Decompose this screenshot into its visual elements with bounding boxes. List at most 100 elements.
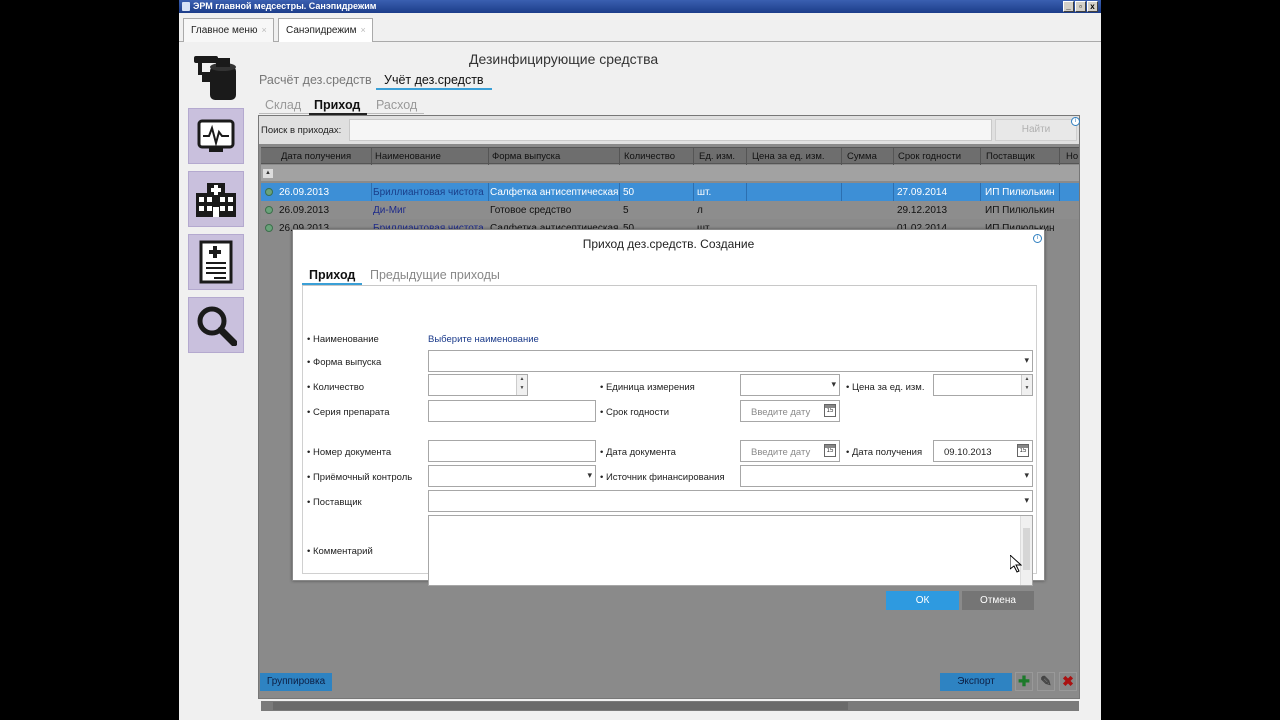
spinner-icon[interactable]: ▲ ▼: [516, 375, 527, 395]
control-dropdown[interactable]: [428, 465, 596, 487]
cell-supplier: ИП Пилюлькин: [985, 205, 1055, 216]
label-supplier: • Поставщик: [307, 497, 362, 508]
calendar-icon[interactable]: 15: [1017, 444, 1029, 457]
search-row: Поиск в приходах: Найти i: [259, 116, 1080, 144]
horizontal-scrollbar[interactable]: [261, 701, 1079, 711]
col-name[interactable]: Наименование: [375, 151, 441, 162]
unit-dropdown[interactable]: [740, 374, 840, 396]
comment-textarea[interactable]: [428, 515, 1033, 586]
col-more[interactable]: Но: [1066, 151, 1078, 162]
calendar-icon[interactable]: 15: [824, 444, 836, 457]
tab-previous-incomes[interactable]: Предыдущие приходы: [370, 268, 500, 282]
receive-date-picker[interactable]: 09.10.2013 15: [933, 440, 1033, 462]
col-unit[interactable]: Ед. изм.: [699, 151, 735, 162]
col-separator: [1059, 148, 1060, 165]
funding-dropdown[interactable]: [740, 465, 1033, 487]
cell-unit: шт.: [697, 187, 712, 198]
maximize-button[interactable]: ▫: [1075, 1, 1086, 12]
col-separator: [371, 148, 372, 165]
series-input[interactable]: [428, 400, 596, 422]
page-title: Дезинфицирующие средства: [469, 51, 659, 67]
minimize-button[interactable]: _: [1063, 1, 1074, 12]
monitor-icon[interactable]: [188, 108, 244, 164]
label-form: • Форма выпуска: [307, 357, 382, 368]
col-separator: [488, 148, 489, 165]
tab-warehouse[interactable]: Склад: [265, 98, 301, 112]
table-row[interactable]: 26.09.2013 Ди-Миг Готовое средство 5 л 2…: [261, 201, 1079, 219]
ok-button[interactable]: ОК: [886, 591, 959, 610]
grouping-button[interactable]: Группировка: [260, 673, 332, 691]
info-icon[interactable]: i: [1071, 117, 1080, 126]
app-icon: [182, 2, 190, 11]
window-title: ЭРМ главной медсестры. Санэпидрежим: [193, 1, 377, 11]
tab-close-icon[interactable]: ×: [261, 25, 266, 35]
export-button[interactable]: Экспорт: [940, 673, 1012, 691]
info-icon[interactable]: i: [1033, 234, 1042, 243]
status-dot-icon: [265, 206, 273, 214]
tab-label: Санэпидрежим: [286, 25, 357, 36]
scroll-thumb[interactable]: [1023, 528, 1030, 570]
col-supplier[interactable]: Поставщик: [986, 151, 1035, 162]
group-row: ▲: [261, 165, 1079, 181]
medical-record-icon[interactable]: [188, 234, 244, 290]
tab-label: Главное меню: [191, 25, 258, 36]
cell-name[interactable]: Ди-Миг: [373, 205, 406, 216]
col-expiry[interactable]: Срок годности: [898, 151, 961, 162]
col-separator: [619, 148, 620, 165]
cancel-button[interactable]: Отмена: [962, 591, 1034, 610]
status-dot-icon: [265, 224, 273, 232]
price-stepper[interactable]: ▲ ▼: [933, 374, 1033, 396]
tab-income[interactable]: Приход: [314, 98, 360, 112]
tab-income[interactable]: Приход: [309, 268, 355, 282]
supplier-dropdown[interactable]: [428, 490, 1033, 512]
col-qty[interactable]: Количество: [624, 151, 675, 162]
find-button[interactable]: Найти: [995, 119, 1077, 141]
qty-stepper[interactable]: ▲ ▼: [428, 374, 528, 396]
cell-name[interactable]: Бриллиантовая чистота: [373, 187, 484, 198]
doc-date-picker[interactable]: Введите дату 15: [740, 440, 840, 462]
hospital-icon[interactable]: [188, 171, 244, 227]
form-dropdown[interactable]: [428, 350, 1033, 372]
label-funding: • Источник финансирования: [600, 472, 725, 483]
search-icon[interactable]: [188, 297, 244, 353]
col-date[interactable]: Дата получения: [281, 151, 351, 162]
delete-icon[interactable]: ✖: [1059, 672, 1077, 691]
tab-close-icon[interactable]: ×: [361, 25, 366, 35]
tab-calculation[interactable]: Расчёт дез.средств: [259, 73, 372, 87]
tab-main-menu[interactable]: Главное меню ×: [183, 18, 274, 42]
cell-qty: 50: [623, 187, 635, 198]
col-separator: [980, 148, 981, 165]
col-sum[interactable]: Сумма: [847, 151, 877, 162]
add-icon[interactable]: ✚: [1015, 672, 1033, 691]
label-price: • Цена за ед. изм.: [846, 382, 925, 393]
doc-number-input[interactable]: [428, 440, 596, 462]
select-name-link[interactable]: Выберите наименование: [428, 334, 539, 345]
tab-sanepid[interactable]: Санэпидрежим ×: [278, 18, 373, 43]
tab-underline: [376, 88, 492, 90]
edit-icon[interactable]: ✎: [1037, 672, 1055, 691]
calendar-icon[interactable]: 15: [824, 404, 836, 417]
label-doc-number: • Номер документа: [307, 447, 392, 458]
table-row[interactable]: 26.09.2013 Бриллиантовая чистота Салфетк…: [261, 183, 1079, 201]
close-button[interactable]: x: [1087, 1, 1098, 12]
cell-form: Готовое средство: [490, 205, 572, 216]
collapse-icon[interactable]: ▲: [263, 169, 273, 178]
tab-expense[interactable]: Расход: [376, 98, 417, 112]
search-input[interactable]: [349, 119, 992, 141]
create-income-dialog: Приход дез.средств. Создание i Приход Пр…: [292, 229, 1045, 610]
col-form[interactable]: Форма выпуска: [492, 151, 560, 162]
scroll-thumb[interactable]: [273, 702, 848, 710]
comment-scrollbar[interactable]: [1020, 516, 1032, 585]
label-doc-date: • Дата документа: [600, 447, 676, 458]
expiry-date-picker[interactable]: Введите дату 15: [740, 400, 840, 422]
spinner-icon[interactable]: ▲ ▼: [1021, 375, 1032, 395]
dialog-title: Приход дез.средств. Создание: [582, 237, 755, 251]
cell-separator: [488, 183, 489, 201]
status-dot-icon: [265, 188, 273, 196]
col-price[interactable]: Цена за ед. изм.: [752, 151, 825, 162]
date-placeholder: Введите дату: [751, 447, 811, 458]
tab-accounting[interactable]: Учёт дез.средств: [384, 73, 484, 87]
main-content: Дезинфицирующие средства Расчёт дез.сред…: [179, 42, 1101, 720]
label-control: • Приёмочный контроль: [307, 472, 413, 483]
label-qty: • Количество: [307, 382, 364, 393]
